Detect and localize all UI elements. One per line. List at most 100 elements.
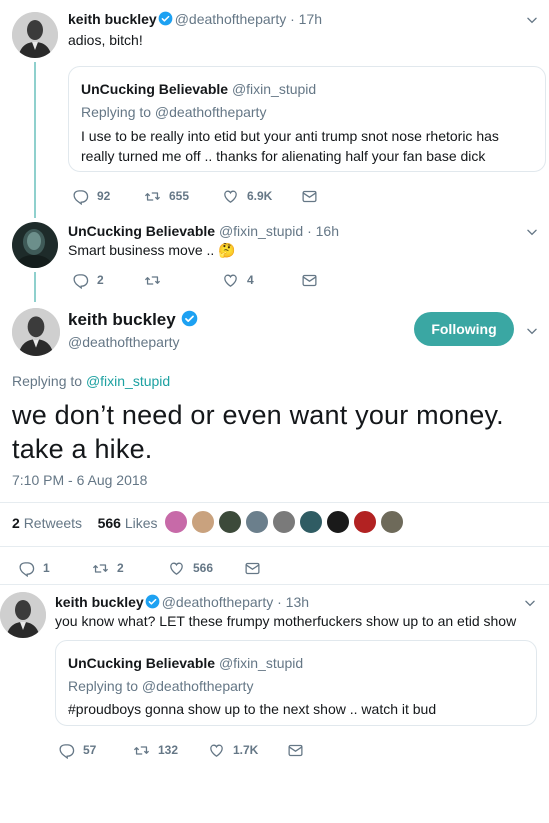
direct-message-button[interactable] [301, 186, 326, 206]
quoted-tweet[interactable]: UnCucking Believable @fixin_stupid Reply… [55, 640, 537, 726]
direct-message-button[interactable] [301, 270, 326, 290]
liker-avatar[interactable] [326, 510, 350, 534]
author-name-text: keith buckley [68, 310, 176, 329]
author-name[interactable]: keith buckley [68, 11, 157, 27]
tweet-text: you know what? LET these frumpy motherfu… [55, 613, 517, 629]
tweet-2[interactable]: UnCucking Believable @fixin_stupid · 16h… [0, 218, 549, 302]
retweet-icon [144, 272, 161, 289]
author-handle[interactable]: @deathoftheparty [175, 11, 287, 27]
divider [0, 502, 549, 503]
retweet-count: 655 [169, 189, 190, 203]
tweet-time[interactable]: · 13h [277, 594, 309, 610]
liker-avatar[interactable] [245, 510, 269, 534]
quote-author-name: UnCucking Believable [68, 655, 216, 671]
heart-icon [208, 742, 225, 759]
envelope-icon [301, 272, 318, 289]
like-count: 4 [247, 273, 254, 287]
chevron-down-icon[interactable] [523, 596, 537, 610]
likes-stat-count: 566 [97, 515, 121, 531]
tweet-actions: 92 655 6.9K [72, 186, 312, 206]
like-button[interactable]: 6.9K [222, 186, 272, 206]
quote-replying-to: Replying to @deathoftheparty [81, 104, 267, 120]
like-count: 566 [193, 561, 214, 575]
liker-avatar[interactable] [218, 510, 242, 534]
avatar[interactable] [0, 592, 46, 638]
author-handle[interactable]: @fixin_stupid [219, 223, 303, 239]
tweet-actions: 1 2 566 [18, 558, 278, 578]
quote-text: I use to be really into etid but your an… [81, 128, 499, 164]
tweet-time[interactable]: · 16h [307, 223, 339, 239]
like-count: 6.9K [247, 189, 273, 203]
retweet-count: 132 [158, 743, 179, 757]
liker-avatar[interactable] [272, 510, 296, 534]
quote-author-handle: @fixin_stupid [218, 655, 304, 671]
following-button[interactable]: Following [414, 312, 514, 346]
tweet-reply[interactable]: keith buckley @deathoftheparty · 13h you … [0, 586, 549, 786]
chevron-down-icon[interactable] [525, 324, 539, 338]
direct-message-button[interactable] [287, 740, 312, 760]
avatar[interactable] [12, 222, 58, 268]
tweet-header: keith buckley @deathoftheparty · 13h [55, 593, 309, 611]
like-button[interactable]: 4 [222, 270, 254, 290]
tweet-header: UnCucking Believable @fixin_stupid · 16h [68, 222, 339, 240]
tweet-time[interactable]: · 17h [290, 11, 322, 27]
heart-icon [222, 272, 239, 289]
liker-avatar[interactable] [191, 510, 215, 534]
retweet-button[interactable] [144, 270, 169, 290]
author-name[interactable]: keith buckley [55, 594, 144, 610]
heart-icon [168, 560, 185, 577]
verified-icon [181, 310, 198, 327]
avatar[interactable] [12, 12, 58, 58]
tweet-text: adios, bitch! [68, 32, 143, 48]
quote-header: UnCucking Believable @fixin_stupid [68, 654, 303, 672]
liker-avatar[interactable] [353, 510, 377, 534]
retweet-count: 2 [117, 561, 124, 575]
retweet-button[interactable]: 132 [133, 740, 178, 760]
replying-to: Replying to @fixin_stupid [12, 373, 170, 389]
retweet-button[interactable]: 655 [144, 186, 189, 206]
liker-avatar[interactable] [164, 510, 188, 534]
verified-icon [145, 594, 160, 609]
retweet-icon [144, 188, 161, 205]
reply-count: 1 [43, 561, 50, 575]
retweets-stat-label: Retweets [23, 515, 83, 531]
tweet-actions: 2 4 [72, 270, 312, 290]
quoted-tweet[interactable]: UnCucking Believable @fixin_stupid Reply… [68, 66, 546, 172]
chevron-down-icon[interactable] [525, 13, 539, 27]
quote-author-handle: @fixin_stupid [231, 81, 317, 97]
reply-count: 2 [97, 273, 104, 287]
tweet-header: keith buckley @deathoftheparty · 17h [68, 10, 322, 28]
divider [0, 584, 549, 585]
reply-count: 57 [83, 743, 97, 757]
direct-message-button[interactable] [244, 558, 269, 578]
tweet-stats: 2 Retweets 566 Likes [12, 515, 158, 531]
author-name[interactable]: UnCucking Believable [68, 223, 215, 239]
retweets-stat[interactable]: 2 Retweets [12, 515, 82, 531]
retweet-icon [133, 742, 150, 759]
like-button[interactable]: 1.7K [208, 740, 258, 760]
reply-button[interactable]: 1 [18, 558, 50, 578]
quote-replying-to: Replying to @deathoftheparty [68, 678, 254, 694]
author-name[interactable]: keith buckley [68, 310, 200, 330]
envelope-icon [287, 742, 304, 759]
likes-stat[interactable]: 566 Likes [98, 515, 158, 531]
like-button[interactable]: 566 [168, 558, 213, 578]
liker-avatar[interactable] [380, 510, 404, 534]
divider [0, 546, 549, 547]
focused-tweet: keith buckley @deathoftheparty Following… [0, 300, 549, 585]
retweet-button[interactable]: 2 [92, 558, 124, 578]
tweet-text: Smart business move .. 🤔 [68, 242, 236, 258]
author-handle[interactable]: @deathoftheparty [162, 594, 274, 610]
reply-button[interactable]: 57 [58, 740, 96, 760]
author-handle[interactable]: @deathoftheparty [68, 334, 180, 350]
reply-button[interactable]: 2 [72, 270, 104, 290]
tweet-timestamp[interactable]: 7:10 PM - 6 Aug 2018 [12, 472, 147, 488]
chevron-down-icon[interactable] [525, 225, 539, 239]
replying-to-link[interactable]: @fixin_stupid [86, 373, 170, 389]
tweet-1[interactable]: keith buckley @deathoftheparty · 17h adio… [0, 0, 549, 218]
heart-icon [222, 188, 239, 205]
reply-button[interactable]: 92 [72, 186, 110, 206]
liker-avatar[interactable] [299, 510, 323, 534]
reply-icon [72, 188, 89, 205]
avatar[interactable] [12, 308, 60, 356]
